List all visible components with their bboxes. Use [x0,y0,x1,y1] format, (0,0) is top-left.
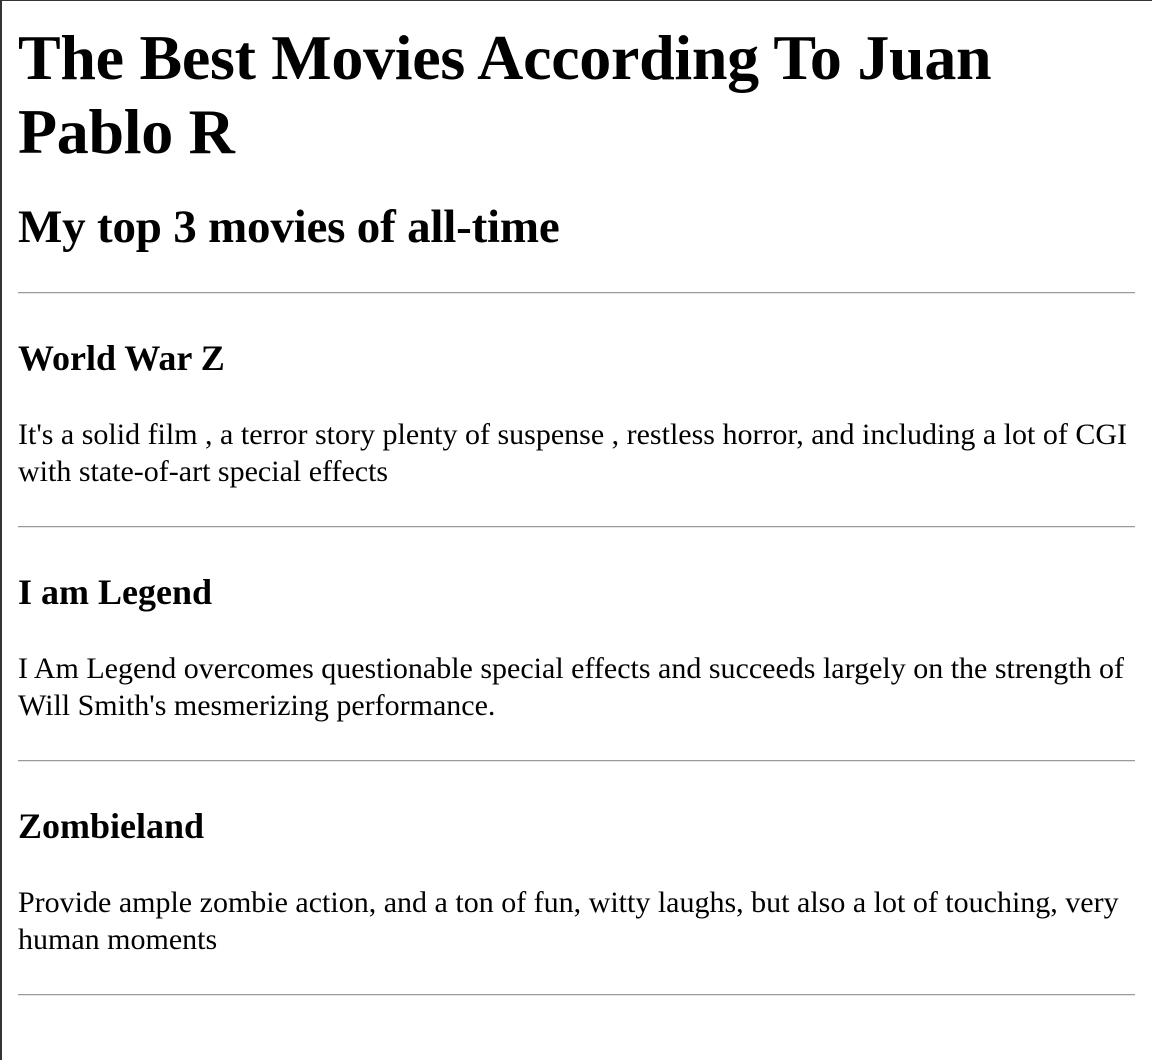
divider [18,526,1135,528]
movie-title: World War Z [18,338,225,378]
movie-item: Zombieland Provide ample zombie action, … [18,804,1135,996]
movie-item: World War Z It's a solid film , a terror… [18,336,1135,528]
page-title: The Best Movies According To Juan Pablo … [18,22,992,167]
movie-description: It's a solid film , a terror story plent… [18,418,1127,488]
page-content: The Best Movies According To Juan Pablo … [18,0,1135,996]
movie-title: I am Legend [18,572,213,612]
window-left-border [0,0,2,1060]
movie-title: Zombieland [18,806,205,846]
divider [18,292,1135,294]
divider [18,760,1135,762]
movie-item: I am Legend I Am Legend overcomes questi… [18,570,1135,762]
page-subtitle: My top 3 movies of all-time [18,201,560,253]
movie-description: I Am Legend overcomes questionable speci… [18,652,1125,722]
divider [18,994,1135,996]
movie-description: Provide ample zombie action, and a ton o… [18,886,1119,956]
